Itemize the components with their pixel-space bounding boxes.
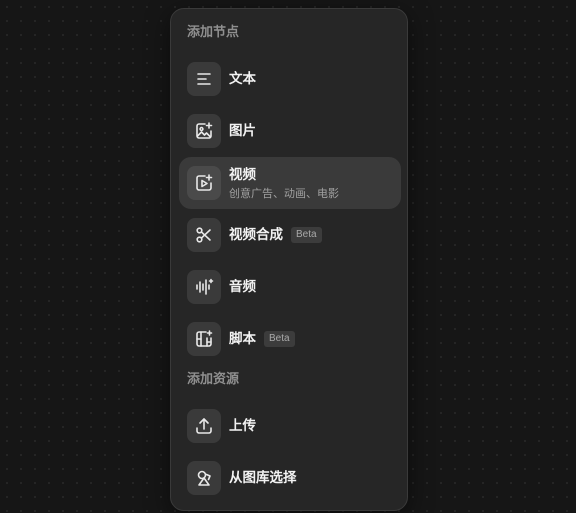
menu-item-subtitle: 创意广告、动画、电影 (229, 187, 339, 200)
menu-item-label: 音频 (229, 279, 256, 295)
menu-item-label: 上传 (229, 418, 256, 434)
menu-item-label: 图片 (229, 123, 256, 139)
menu-item-script[interactable]: 脚本 Beta (179, 313, 401, 365)
menu-item-image[interactable]: 图片 (179, 105, 401, 157)
beta-badge: Beta (264, 331, 295, 347)
menu-item-label: 文本 (229, 71, 256, 87)
audio-wave-icon (187, 270, 221, 304)
film-script-icon (187, 322, 221, 356)
add-node-menu: 添加节点 文本 图片 视频 创意广告、动画、电影 视频合成 Beta 音频 脚本… (170, 8, 408, 511)
menu-item-video[interactable]: 视频 创意广告、动画、电影 (179, 157, 401, 209)
menu-item-upload[interactable]: 上传 (179, 400, 401, 452)
menu-item-label: 视频 (229, 167, 256, 183)
menu-item-text[interactable]: 文本 (179, 53, 401, 105)
menu-item-select-from-gallery[interactable]: 从图库选择 (179, 452, 401, 504)
text-lines-icon (187, 62, 221, 96)
menu-item-label: 从图库选择 (229, 470, 297, 486)
menu-item-label: 视频合成 (229, 227, 283, 243)
scissors-icon (187, 218, 221, 252)
section-title-add-node: 添加节点 (187, 25, 240, 40)
menu-item-video-compose[interactable]: 视频合成 Beta (179, 209, 401, 261)
section-title-add-resource: 添加资源 (187, 372, 240, 387)
image-sparkle-icon (187, 114, 221, 148)
gallery-shapes-icon (187, 461, 221, 495)
video-sparkle-icon (187, 166, 221, 200)
menu-item-audio[interactable]: 音频 (179, 261, 401, 313)
upload-icon (187, 409, 221, 443)
menu-item-label: 脚本 (229, 331, 256, 347)
beta-badge: Beta (291, 227, 322, 243)
